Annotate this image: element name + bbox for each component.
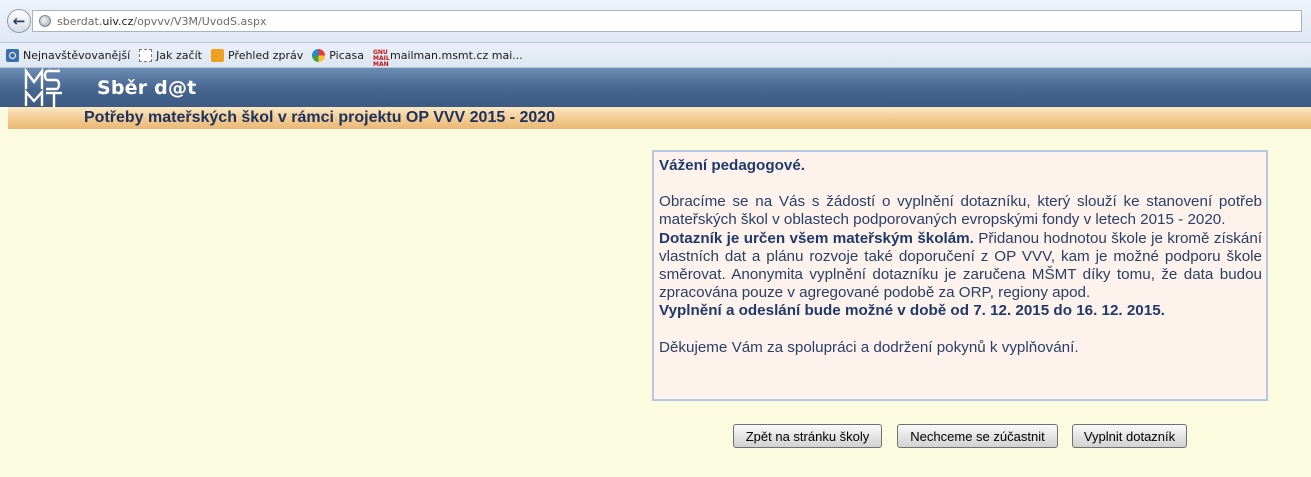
target-statement: Dotazník je určen všem mateřským školám. [659,229,974,247]
thanks-text: Děkujeme Vám za spolupráci a dodržení po… [659,338,1079,356]
fill-questionnaire-button[interactable]: Vyplnit dotazník [1072,424,1187,448]
rss-icon [210,48,224,62]
back-arrow-icon: ← [12,12,26,30]
bookmarks-toolbar: Nejnavštěvovanější Jak začít Přehled zpr… [0,43,1311,68]
bookmark-label: Jak začít [156,48,202,62]
bookmark-most-visited[interactable]: Nejnavštěvovanější [6,48,131,62]
page-icon [139,48,153,62]
mailman-icon: GNU MAIL MAN [372,48,390,68]
intro-paragraph: Obracíme se na Vás s žádostí o vyplnění … [659,193,1262,229]
bookmark-label: Přehled zpráv [227,48,304,62]
target-paragraph: Dotazník je určen všem mateřským školám.… [659,230,1262,303]
back-to-school-button[interactable]: Zpět na stránku školy [733,424,882,448]
picasa-icon [312,48,326,62]
site-title: Sběr d@t [97,77,197,99]
back-button[interactable]: ← [7,9,31,33]
globe-icon [39,15,51,27]
bookmark-label: Picasa [329,48,364,62]
deadline-statement: Vyplnění a odeslání bude možné v době od… [659,302,1165,320]
decline-button[interactable]: Nechceme se zúčastnit [897,424,1058,448]
browser-address-bar: ← sberdat.uiv.cz/opvvv/V3M/UvodS.aspx [0,0,1311,43]
greeting: Vážení pedagogové. [659,157,806,174]
bookmark-mailman[interactable]: GNU MAIL MAN mailman.msmt.cz mai... [372,48,523,68]
favorites-icon [6,48,19,62]
info-box: Vážení pedagogové. Obracíme se na Vás s … [652,150,1268,401]
page-title: Potřeby mateřských škol v rámci projektu… [84,109,556,126]
bookmark-label: mailman.msmt.cz mai... [389,48,523,62]
bookmark-news-feed[interactable]: Přehled zpráv [210,48,304,62]
site-header: Sběr d@t [0,68,1311,107]
msmt-logo [24,68,62,107]
url-field[interactable]: sberdat.uiv.cz/opvvv/V3M/UvodS.aspx [32,10,1302,32]
bookmark-label: Nejnavštěvovanější [23,48,131,62]
bookmark-picasa[interactable]: Picasa [312,48,364,62]
bookmark-getting-started[interactable]: Jak začít [139,48,202,62]
url-text: sberdat.uiv.cz/opvvv/V3M/UvodS.aspx [57,14,267,28]
